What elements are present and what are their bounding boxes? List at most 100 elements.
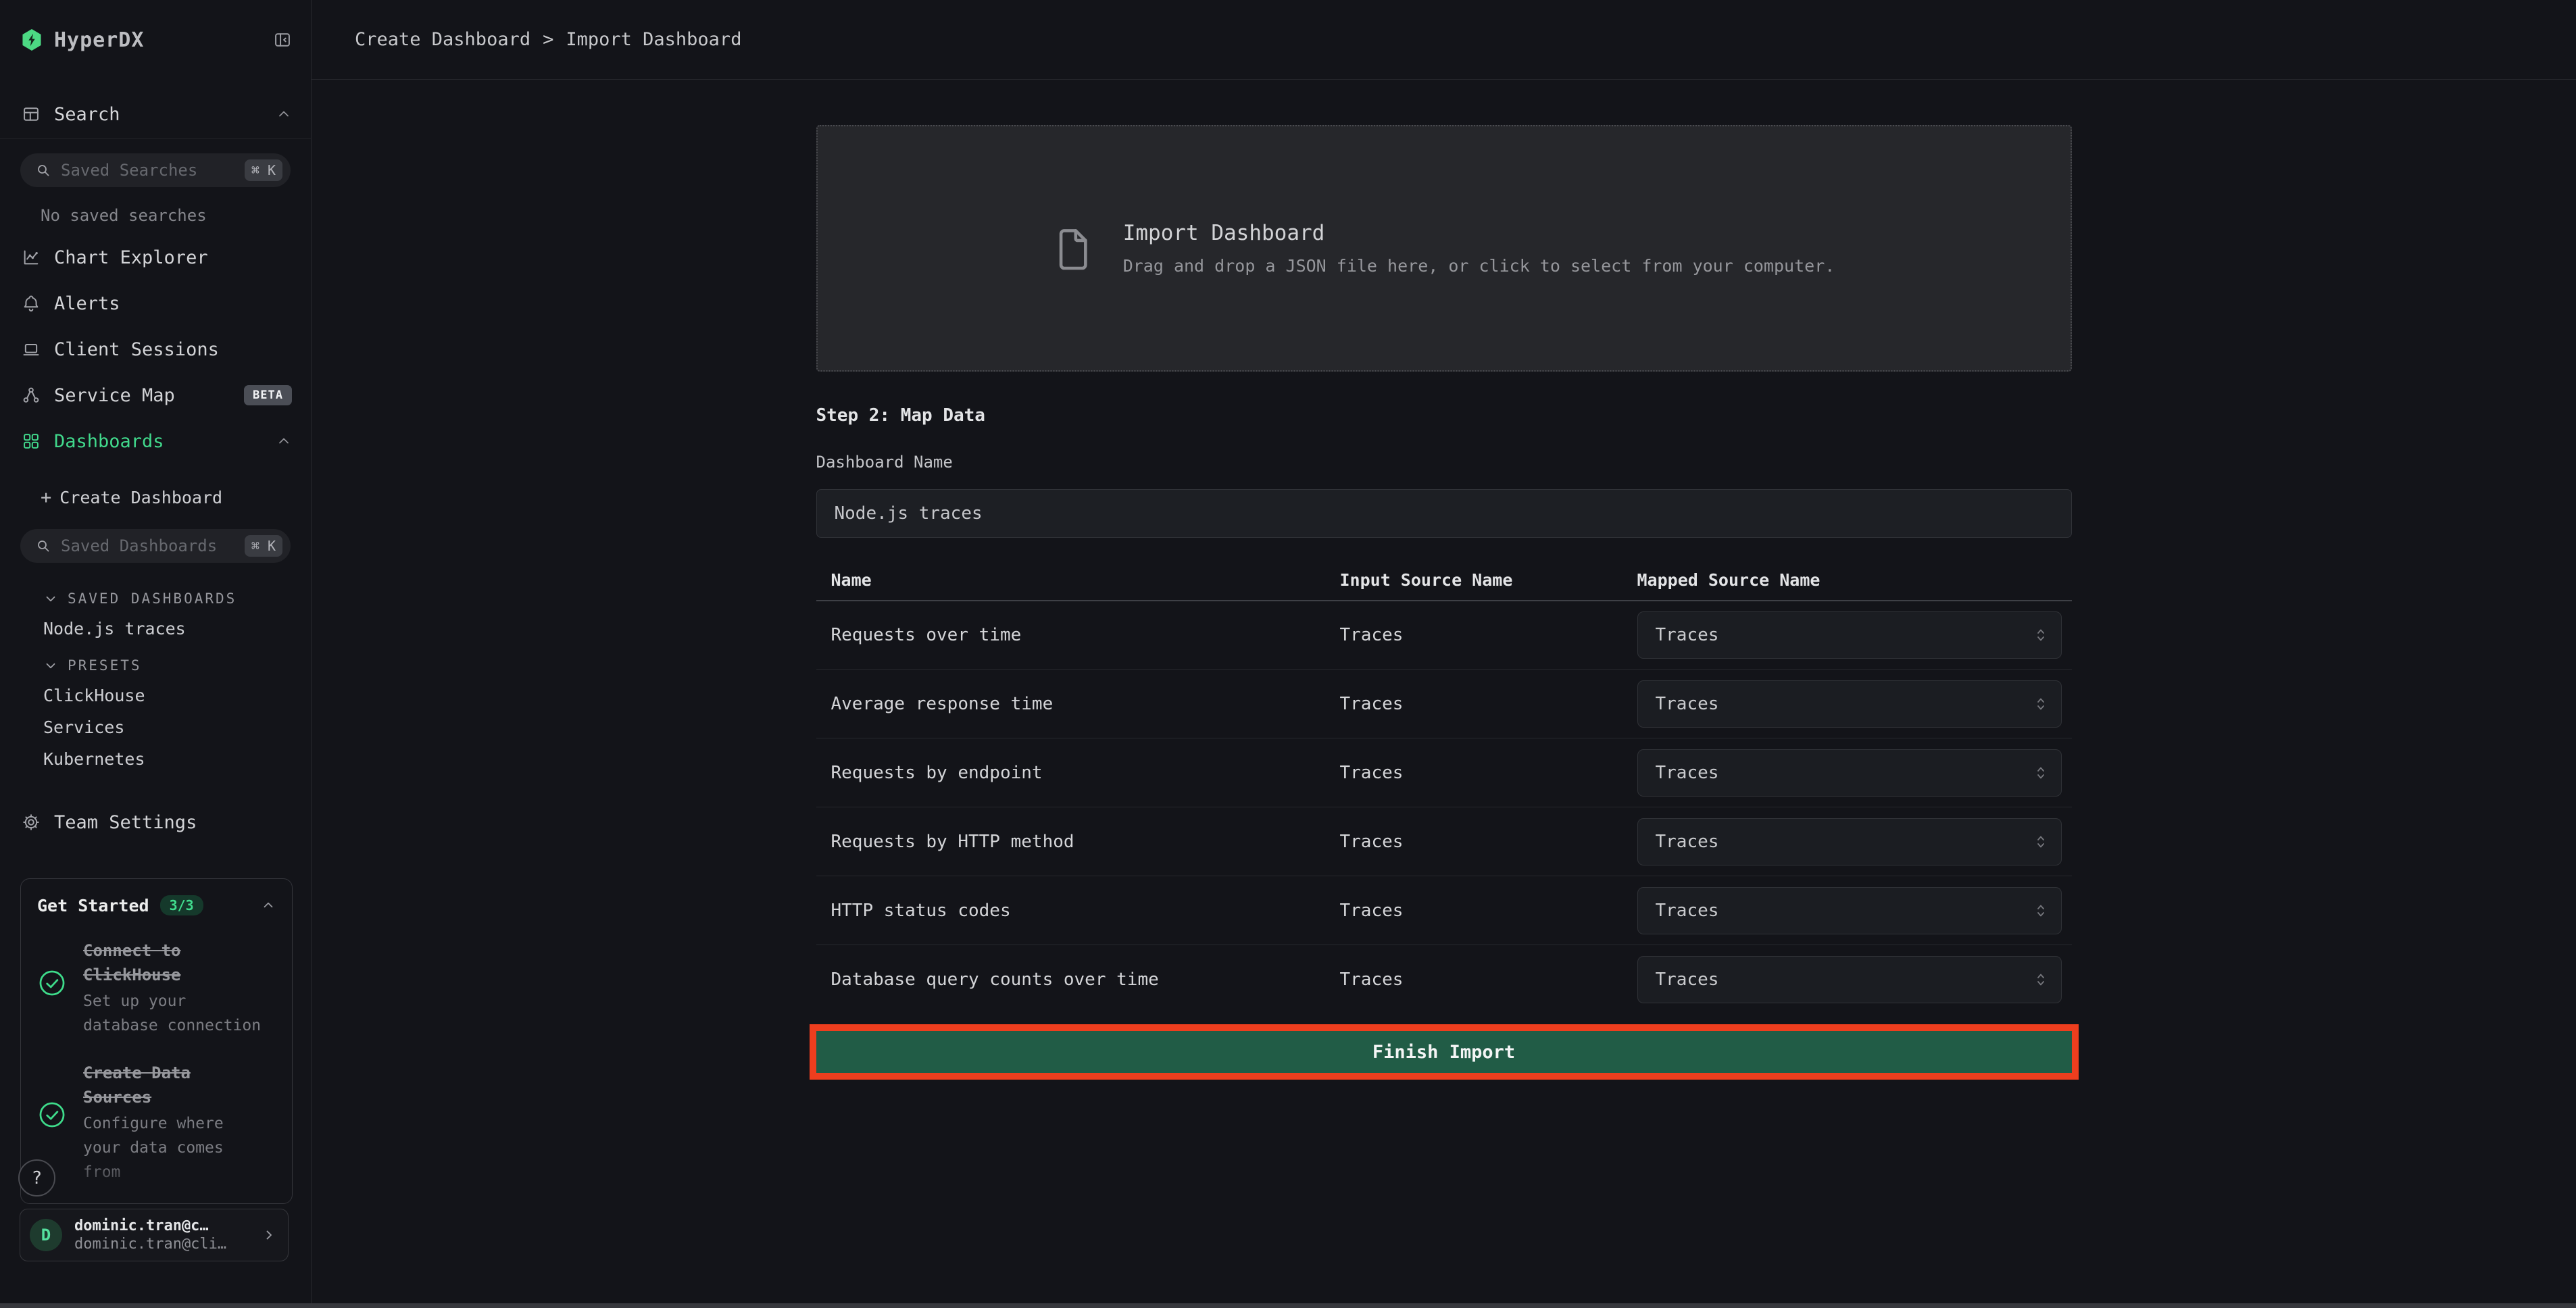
dashboard-name-label: Dashboard Name (816, 453, 2072, 472)
mapped-source-select[interactable]: Traces (1637, 749, 2062, 797)
beta-badge: BETA (244, 385, 292, 405)
app-title: HyperDX (54, 28, 144, 52)
progress-badge: 3/3 (160, 895, 203, 915)
sidebar-item-client-sessions[interactable]: Client Sessions (0, 326, 311, 372)
dashboard-name-input[interactable] (816, 489, 2072, 538)
presets-group-header[interactable]: PRESETS (0, 651, 311, 680)
sidebar-item-service-map[interactable]: Service Map BETA (0, 372, 311, 418)
table-icon (22, 105, 41, 124)
table-row: HTTP status codes Traces Traces (816, 876, 2072, 945)
row-input-source: Traces (1340, 694, 1637, 714)
breadcrumb-separator: > (543, 29, 553, 50)
saved-dashboards-group-header[interactable]: SAVED DASHBOARDS (0, 584, 311, 613)
file-icon (1053, 223, 1092, 274)
search-icon (35, 162, 51, 178)
select-value: Traces (1656, 832, 1719, 852)
sidebar: HyperDX Search ⌘ K No saved searches (0, 0, 312, 1308)
saved-searches-input[interactable] (61, 161, 235, 180)
table-row: Database query counts over time Traces T… (816, 945, 2072, 1013)
sidebar-item-services[interactable]: Services (0, 711, 311, 743)
select-value: Traces (1656, 694, 1719, 714)
grid-icon (22, 432, 41, 451)
selector-icon (2034, 764, 2048, 782)
table-row: Average response time Traces Traces (816, 669, 2072, 738)
saved-dashboards-items: Node.js traces (0, 613, 311, 645)
sidebar-item-nodejs-traces[interactable]: Node.js traces (0, 613, 311, 645)
mapping-table: Name Input Source Name Mapped Source Nam… (816, 559, 2072, 1013)
get-started-header[interactable]: Get Started 3/3 (37, 895, 276, 915)
step-label: Step 2: Map Data (816, 405, 2072, 426)
create-dashboard-button[interactable]: + Create Dashboard (41, 480, 311, 514)
chart-icon (22, 248, 41, 267)
main-area: Create Dashboard > Import Dashboard Impo… (312, 0, 2576, 1308)
chevron-up-icon[interactable] (261, 898, 276, 913)
selector-icon (2034, 695, 2048, 713)
plus-icon: + (41, 487, 51, 508)
row-name: Database query counts over time (816, 970, 1340, 990)
select-value: Traces (1656, 625, 1719, 645)
sidebar-item-team-settings[interactable]: Team Settings (22, 806, 292, 838)
chevron-down-icon (43, 658, 58, 673)
saved-dashboards-input[interactable] (61, 536, 235, 555)
get-started-card: Get Started 3/3 Connect to ClickHouse Se… (20, 878, 293, 1204)
bell-icon (22, 294, 41, 313)
dropzone-title: Import Dashboard (1123, 221, 1835, 245)
sidebar-collapse-icon[interactable] (273, 30, 292, 49)
mapped-source-select[interactable]: Traces (1637, 887, 2062, 934)
row-input-source: Traces (1340, 763, 1637, 783)
task-title: Create Data Sources (83, 1063, 191, 1107)
breadcrumb-create-dashboard[interactable]: Create Dashboard (355, 29, 530, 50)
nav-label: Client Sessions (54, 339, 219, 360)
dropzone-description: Drag and drop a JSON file here, or click… (1123, 256, 1835, 276)
get-started-item-connect[interactable]: Connect to ClickHouse Set up your databa… (37, 938, 276, 1038)
sidebar-item-alerts[interactable]: Alerts (0, 280, 311, 326)
row-input-source: Traces (1340, 901, 1637, 921)
column-header-mapped-source: Mapped Source Name (1637, 570, 2072, 590)
check-circle-icon (37, 968, 67, 1038)
selector-icon (2034, 971, 2048, 988)
mapped-source-select[interactable]: Traces (1637, 680, 2062, 728)
no-saved-searches-text: No saved searches (41, 206, 311, 225)
breadcrumb-import-dashboard: Import Dashboard (566, 29, 741, 50)
sidebar-item-dashboards[interactable]: Dashboards (0, 418, 311, 464)
user-menu[interactable]: D dominic.tran@c… dominic.tran@cli… (20, 1209, 289, 1261)
help-button[interactable]: ? (18, 1159, 55, 1197)
row-input-source: Traces (1340, 625, 1637, 645)
breadcrumb: Create Dashboard > Import Dashboard (312, 0, 2576, 80)
import-dropzone[interactable]: Import Dashboard Drag and drop a JSON fi… (816, 125, 2072, 372)
sidebar-item-chart-explorer[interactable]: Chart Explorer (0, 234, 311, 280)
row-name: Requests by endpoint (816, 763, 1340, 783)
logo-row: HyperDX (22, 27, 292, 53)
chevron-up-icon[interactable] (276, 433, 292, 449)
presets-items: ClickHouse Services Kubernetes (0, 680, 311, 775)
shortcut-badge: ⌘ K (245, 159, 282, 181)
task-description: Configure where your data comes from (83, 1112, 264, 1184)
row-name: Requests over time (816, 625, 1340, 645)
sidebar-item-kubernetes[interactable]: Kubernetes (0, 743, 311, 775)
sidebar-nav: Chart Explorer Alerts Client Sessions Se… (0, 234, 311, 464)
table-header: Name Input Source Name Mapped Source Nam… (816, 559, 2072, 600)
selector-icon (2034, 626, 2048, 644)
annotation-highlight-box: Finish Import (810, 1024, 2079, 1080)
saved-dashboards-box[interactable]: ⌘ K (20, 529, 291, 563)
mapped-source-select[interactable]: Traces (1637, 956, 2062, 1003)
sidebar-divider (0, 138, 311, 139)
chevron-up-icon[interactable] (276, 106, 292, 122)
user-name: dominic.tran@c… (74, 1217, 249, 1234)
gear-icon (22, 813, 41, 832)
service-map-icon (22, 386, 41, 405)
finish-import-button[interactable]: Finish Import (816, 1031, 2072, 1073)
column-header-name: Name (816, 570, 1340, 590)
row-name: HTTP status codes (816, 901, 1340, 921)
mapped-source-select[interactable]: Traces (1637, 818, 2062, 865)
row-input-source: Traces (1340, 970, 1637, 990)
sidebar-item-clickhouse[interactable]: ClickHouse (0, 680, 311, 711)
group-label: SAVED DASHBOARDS (68, 590, 237, 607)
table-row: Requests over time Traces Traces (816, 600, 2072, 669)
user-email: dominic.tran@cli… (74, 1236, 249, 1253)
sidebar-item-search[interactable]: Search (22, 101, 292, 127)
app-root: HyperDX Search ⌘ K No saved searches (0, 0, 2576, 1308)
mapped-source-select[interactable]: Traces (1637, 611, 2062, 659)
get-started-item-sources[interactable]: Create Data Sources Configure where your… (37, 1061, 276, 1184)
saved-searches-box[interactable]: ⌘ K (20, 153, 291, 187)
